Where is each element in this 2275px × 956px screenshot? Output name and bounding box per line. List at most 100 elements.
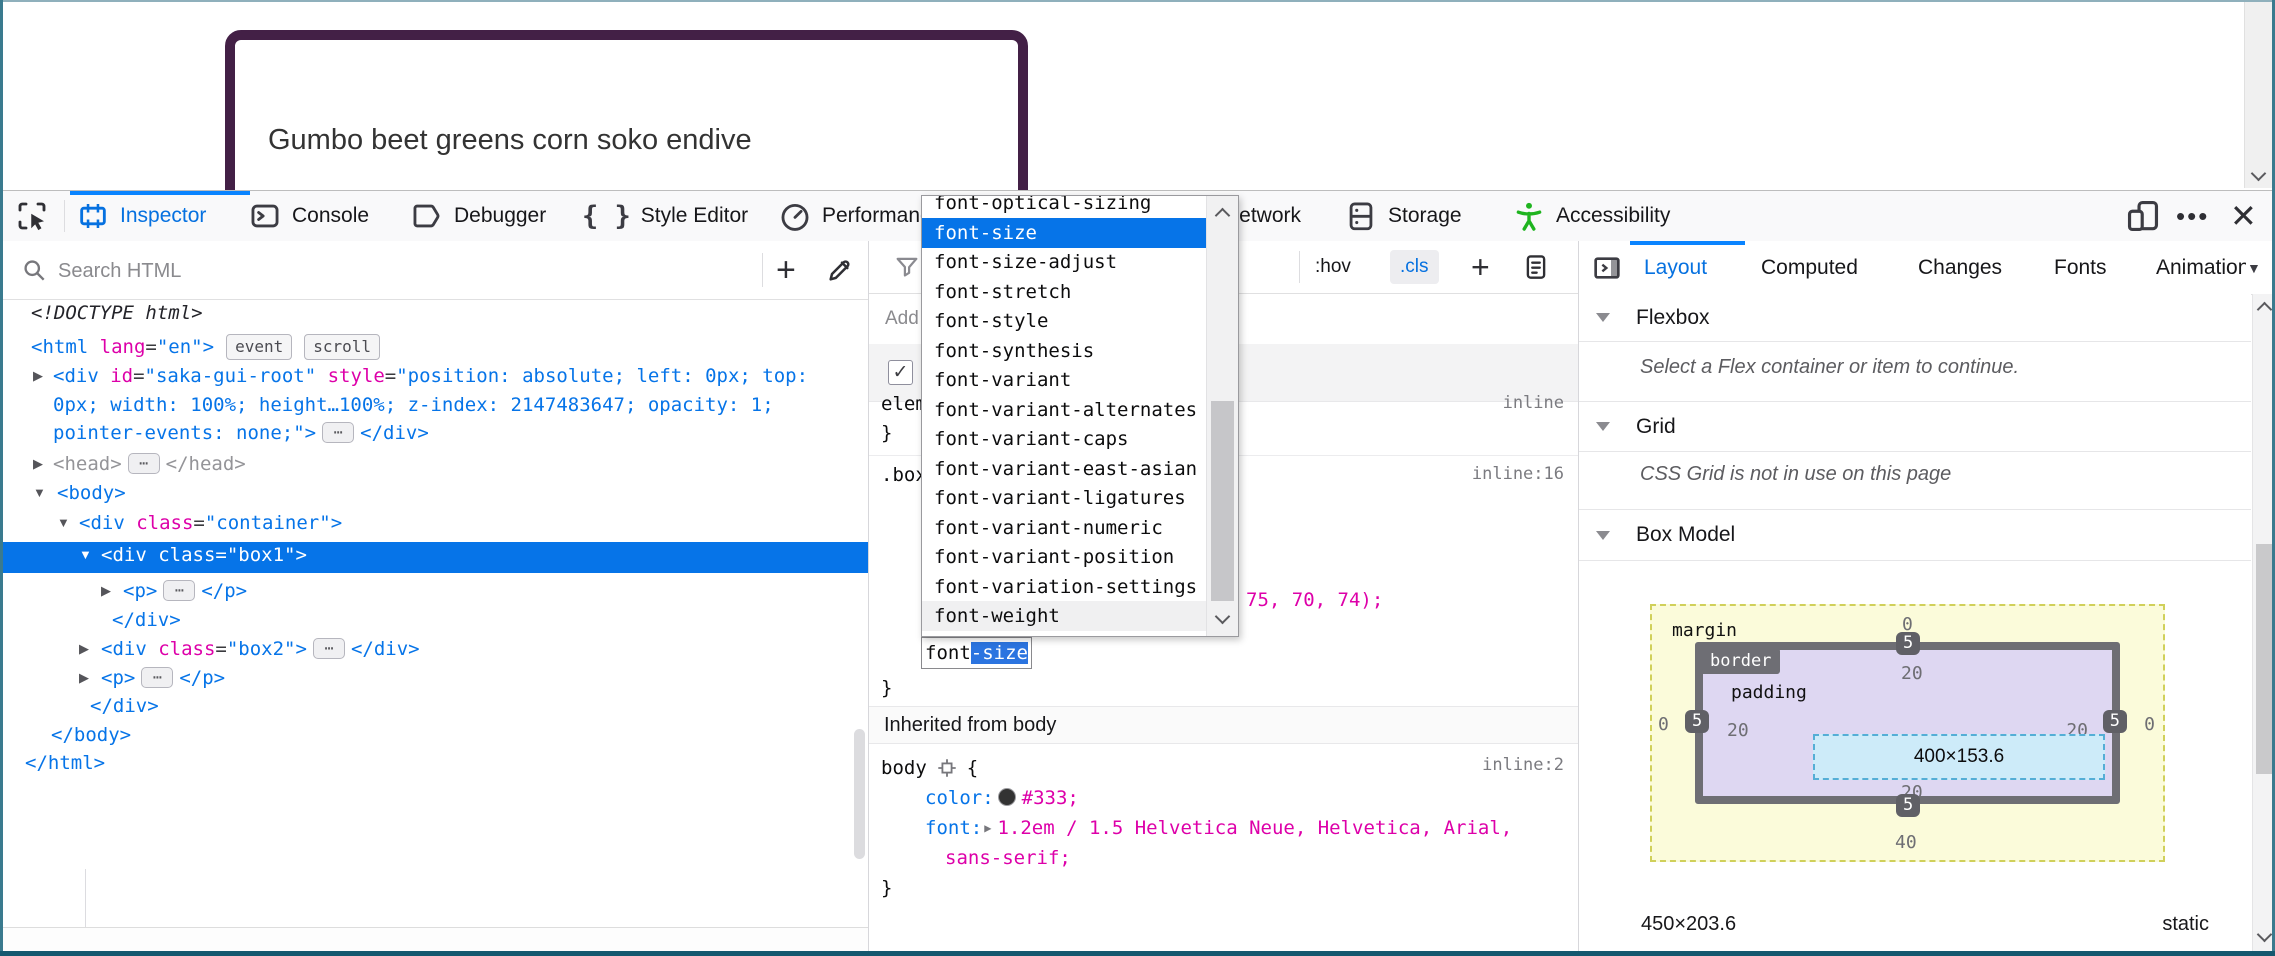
rule-selector[interactable]: body xyxy=(881,757,927,779)
border-top-value[interactable]: 5 xyxy=(1896,632,1920,655)
expand-arrow-icon[interactable]: ▶ xyxy=(79,670,89,686)
scrollbar-thumb[interactable] xyxy=(1211,401,1234,601)
declaration-value-fragment[interactable]: 75, 70, 74); xyxy=(1246,589,1383,611)
tree-node[interactable]: <!DOCTYPE html> xyxy=(0,302,868,330)
expand-triangle-icon[interactable]: ▶ xyxy=(984,821,991,835)
autocomplete-item[interactable]: font-variant-numeric xyxy=(922,513,1207,543)
class-panel-toggle[interactable]: .cls xyxy=(1390,250,1439,284)
section-box-model-header[interactable]: Box Model xyxy=(1579,510,2251,561)
node-picker-button[interactable] xyxy=(14,191,50,241)
autocomplete-item[interactable]: font-weight xyxy=(922,601,1207,631)
event-badge[interactable]: event xyxy=(226,334,292,360)
scroll-up-icon[interactable] xyxy=(2257,302,2273,318)
scrollbar-thumb[interactable] xyxy=(2256,544,2273,774)
scroll-up-icon[interactable] xyxy=(1215,208,1231,224)
eyedropper-button[interactable] xyxy=(824,241,856,299)
tab-storage[interactable]: Storage xyxy=(1344,191,1462,241)
markup-scrollbar[interactable] xyxy=(854,729,865,859)
tab-console[interactable]: Console xyxy=(248,191,369,241)
autocomplete-item[interactable]: font-variant-caps xyxy=(922,424,1207,454)
border-bottom-value[interactable]: 5 xyxy=(1896,794,1920,817)
property-value-wrap[interactable]: sans-serif; xyxy=(945,847,1071,869)
collapsed-content-icon[interactable]: ⋯ xyxy=(322,422,354,443)
tab-inspector[interactable]: Inspector xyxy=(76,191,206,241)
tab-layout[interactable]: Layout xyxy=(1644,241,1707,294)
margin-right-value[interactable]: 0 xyxy=(2144,714,2155,735)
close-devtools-button[interactable]: ✕ xyxy=(2230,191,2257,241)
tab-accessibility[interactable]: Accessibility xyxy=(1512,191,1670,241)
margin-bottom-value[interactable]: 40 xyxy=(1895,832,1917,853)
autocomplete-item[interactable]: font-stretch xyxy=(922,277,1207,307)
collapse-arrow-icon[interactable]: ▼ xyxy=(57,515,70,530)
tree-node[interactable]: ▶<p>⋯</p> xyxy=(0,580,868,608)
print-media-toggle[interactable] xyxy=(1521,241,1551,293)
add-rule-button[interactable]: + xyxy=(1471,241,1490,293)
expand-arrow-icon[interactable]: ▶ xyxy=(101,583,111,599)
tree-node[interactable]: ▶<div class="box2">⋯</div> xyxy=(0,638,868,666)
new-property-input[interactable]: font-size xyxy=(921,637,1032,669)
tree-node[interactable]: </div> xyxy=(0,695,868,723)
tree-node[interactable]: </div> xyxy=(0,609,868,637)
padding-left-value[interactable]: 20 xyxy=(1727,720,1749,741)
dock-sidebar-button[interactable] xyxy=(1591,241,1623,294)
responsive-design-mode-button[interactable] xyxy=(2124,191,2162,241)
border-right-value[interactable]: 5 xyxy=(2103,710,2127,733)
tab-performance[interactable]: Performance xyxy=(778,191,942,241)
property-name[interactable]: font: xyxy=(925,817,982,839)
devtools-menu-button[interactable]: ••• xyxy=(2176,191,2209,241)
box-model-content[interactable]: 400×153.6 xyxy=(1813,734,2105,780)
tree-node[interactable]: </html> xyxy=(0,752,868,780)
collapse-arrow-icon[interactable]: ▼ xyxy=(79,547,92,562)
scroll-down-icon[interactable] xyxy=(1215,609,1231,625)
tab-debugger[interactable]: Debugger xyxy=(410,191,546,241)
autocomplete-item[interactable]: font-variant-ligatures xyxy=(922,483,1207,513)
autocomplete-item[interactable]: font-variant-alternates xyxy=(922,395,1207,425)
add-node-button[interactable]: + xyxy=(776,241,796,299)
autocomplete-item[interactable]: font-style xyxy=(922,306,1207,336)
autocomplete-scrollbar[interactable] xyxy=(1206,196,1238,636)
element-highlighter-icon[interactable] xyxy=(936,757,958,779)
expand-arrow-icon[interactable]: ▶ xyxy=(33,368,43,384)
pseudo-class-toggle[interactable]: :hov xyxy=(1315,241,1351,293)
collapsed-content-icon[interactable]: ⋯ xyxy=(313,638,345,659)
tree-node[interactable]: <html lang="en">eventscroll xyxy=(0,334,868,362)
class-checkbox[interactable]: ✓ xyxy=(888,360,913,385)
tree-node[interactable]: </body> xyxy=(0,724,868,752)
rule-source-link[interactable]: inline:16 xyxy=(1472,464,1564,484)
tab-animations[interactable]: Animations xyxy=(2156,241,2246,294)
autocomplete-item[interactable]: font-variation-settings xyxy=(922,572,1207,602)
autocomplete-item[interactable]: font-variant-east-asian xyxy=(922,454,1207,484)
section-flexbox-header[interactable]: Flexbox xyxy=(1579,294,2251,342)
autocomplete-item[interactable]: font-variant-position xyxy=(922,542,1207,572)
section-grid-header[interactable]: Grid xyxy=(1579,402,2251,452)
expand-arrow-icon[interactable]: ▶ xyxy=(33,456,43,472)
collapse-arrow-icon[interactable]: ▼ xyxy=(33,485,46,500)
tree-node[interactable]: pointer-events: none;">⋯</div> xyxy=(0,422,868,450)
tree-node[interactable]: ▼<body> xyxy=(0,482,868,510)
padding-top-value[interactable]: 20 xyxy=(1901,663,1923,684)
autocomplete-item[interactable]: font-size xyxy=(922,218,1207,248)
tree-node[interactable]: ▼<div class="container"> xyxy=(0,512,868,540)
property-value[interactable]: 1.2em / 1.5 Helvetica Neue, Helvetica, A… xyxy=(997,817,1512,839)
box-model-margin-layer[interactable]: margin 0 0 0 40 border padding 20 20 20 … xyxy=(1650,604,2165,862)
tab-fonts[interactable]: Fonts xyxy=(2054,241,2107,294)
box-model-border-layer[interactable]: border padding 20 20 20 20 400×153.6 xyxy=(1695,642,2120,804)
autocomplete-item[interactable]: font-synthesis xyxy=(922,336,1207,366)
tab-changes[interactable]: Changes xyxy=(1918,241,2002,294)
rule-source-link[interactable]: inline xyxy=(1503,393,1564,413)
tree-node[interactable]: ▶<head>⋯</head> xyxy=(0,453,868,481)
collapsed-content-icon[interactable]: ⋯ xyxy=(141,667,173,688)
tree-node[interactable]: ▶<p>⋯</p> xyxy=(0,667,868,695)
collapsed-content-icon[interactable]: ⋯ xyxy=(128,453,160,474)
tab-style-editor[interactable]: { }Style Editor xyxy=(582,191,748,241)
tree-node-selected[interactable]: ▼<div class="box1"> xyxy=(0,544,868,572)
border-left-value[interactable]: 5 xyxy=(1685,710,1709,733)
tree-node[interactable]: ▶<div id="saka-gui-root" style="position… xyxy=(0,365,868,393)
expand-arrow-icon[interactable]: ▶ xyxy=(79,641,89,657)
margin-left-value[interactable]: 0 xyxy=(1658,714,1669,735)
autocomplete-item[interactable]: font-optical-sizing xyxy=(922,195,1207,218)
color-swatch[interactable] xyxy=(998,788,1016,806)
search-html-input[interactable] xyxy=(56,253,750,289)
autocomplete-item[interactable]: font-variant xyxy=(922,365,1207,395)
scroll-down-icon[interactable] xyxy=(2257,927,2273,943)
